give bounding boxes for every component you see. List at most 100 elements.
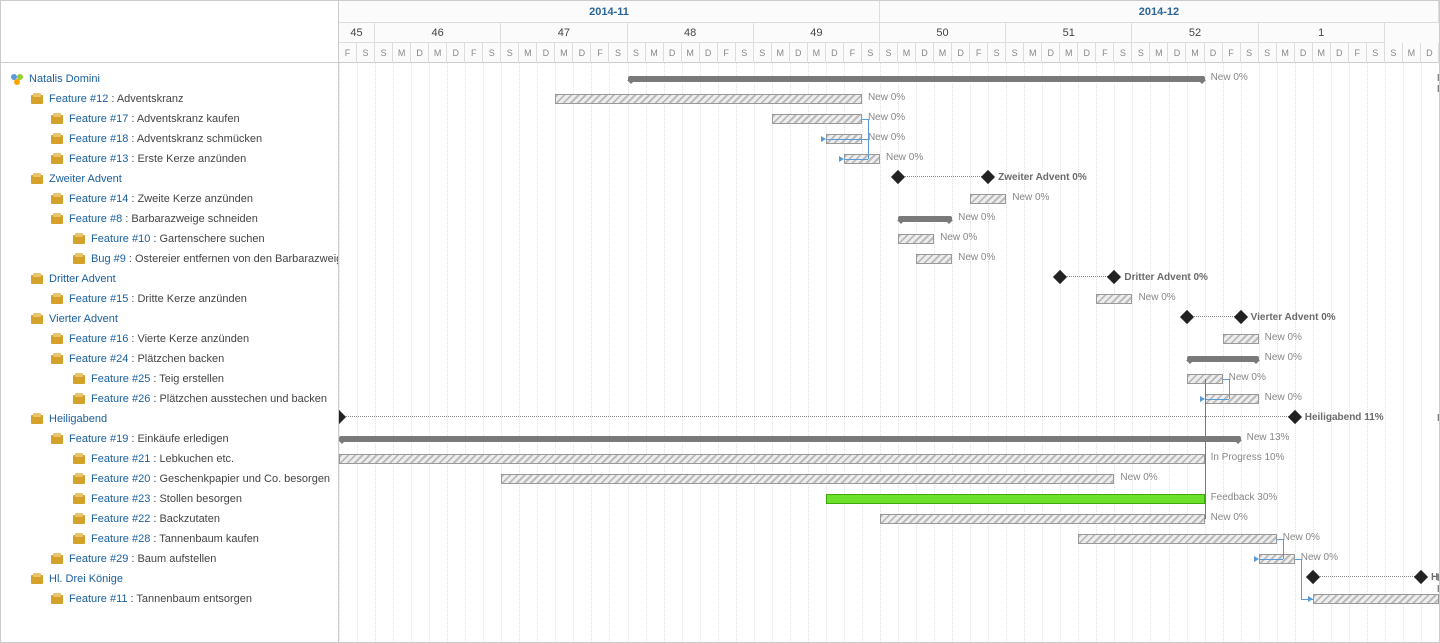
task-link[interactable]: Feature #17 xyxy=(69,113,128,125)
task-link[interactable]: Feature #22 xyxy=(91,513,150,525)
day-cell: S xyxy=(628,43,646,63)
bar-row: New 0% xyxy=(339,389,1439,409)
tree-row[interactable]: Zweiter Advent xyxy=(1,169,338,189)
task-link[interactable]: Feature #13 xyxy=(69,153,128,165)
gantt-bar[interactable] xyxy=(628,76,1205,82)
task-link[interactable]: Hl. Drei Könige xyxy=(49,573,123,585)
tree-row[interactable]: Feature #29: Baum aufstellen xyxy=(1,549,338,569)
tree-row[interactable]: Feature #25: Teig erstellen xyxy=(1,369,338,389)
gantt-bar[interactable] xyxy=(339,436,1241,442)
task-link[interactable]: Feature #29 xyxy=(69,553,128,565)
gantt-bar[interactable] xyxy=(1313,594,1439,604)
task-link[interactable]: Feature #11 xyxy=(69,593,128,605)
gantt-bar[interactable] xyxy=(501,474,1114,484)
tree-row[interactable]: Feature #12: Adventskranz xyxy=(1,89,338,109)
tree-row[interactable]: Feature #28: Tannenbaum kaufen xyxy=(1,529,338,549)
task-link[interactable]: Vierter Advent xyxy=(49,313,118,325)
gantt-bar[interactable] xyxy=(826,494,1205,504)
bar-row: Zweiter Advent 0% xyxy=(339,169,1439,189)
gantt-bar[interactable] xyxy=(898,234,934,244)
gantt-bar[interactable] xyxy=(898,216,952,222)
task-link[interactable]: Feature #26 xyxy=(91,393,150,405)
milestone-icon[interactable] xyxy=(1179,310,1193,324)
tree-row[interactable]: Feature #19: Einkäufe erledigen xyxy=(1,429,338,449)
day-cell: D xyxy=(1331,43,1349,63)
milestone-icon[interactable] xyxy=(1288,410,1302,424)
gantt-bar[interactable] xyxy=(555,94,862,104)
task-link[interactable]: Bug #9 xyxy=(91,253,126,265)
bar-row: New 0% xyxy=(339,349,1439,369)
tree-row[interactable]: Feature #14: Zweite Kerze anzünden xyxy=(1,189,338,209)
milestone-icon[interactable] xyxy=(1414,570,1428,584)
task-link[interactable]: Feature #19 xyxy=(69,433,128,445)
tree-row[interactable]: Feature #17: Adventskranz kaufen xyxy=(1,109,338,129)
week-cell: 52 xyxy=(1132,23,1258,43)
milestone-icon[interactable] xyxy=(891,170,905,184)
task-link[interactable]: Feature #24 xyxy=(69,353,128,365)
task-link[interactable]: Feature #15 xyxy=(69,293,128,305)
tree-row[interactable]: Feature #10: Gartenschere suchen xyxy=(1,229,338,249)
chart-area[interactable]: New 0%Natalis DominiNew 0%New 0%New 0%Ne… xyxy=(339,63,1439,642)
task-link[interactable]: Feature #16 xyxy=(69,333,128,345)
tree-row[interactable]: Feature #20: Geschenkpapier und Co. beso… xyxy=(1,469,338,489)
task-link[interactable]: Feature #20 xyxy=(91,473,150,485)
gantt-bar[interactable] xyxy=(916,254,952,264)
tree-row[interactable]: Feature #18: Adventskranz schmücken xyxy=(1,129,338,149)
tree-row[interactable]: Bug #9: Ostereier entfernen von den Barb… xyxy=(1,249,338,269)
tree-row[interactable]: Natalis Domini xyxy=(1,69,338,89)
gantt-bar[interactable] xyxy=(880,514,1205,524)
task-link[interactable]: Feature #8 xyxy=(69,213,122,225)
task-link[interactable]: Zweiter Advent xyxy=(49,173,122,185)
tree-row[interactable]: Feature #26: Plätzchen ausstechen und ba… xyxy=(1,389,338,409)
day-cell: F xyxy=(465,43,483,63)
tree-row[interactable]: Feature #22: Backzutaten xyxy=(1,509,338,529)
gantt-bar[interactable] xyxy=(1096,294,1132,304)
task-link[interactable]: Natalis Domini xyxy=(29,73,100,85)
feature-icon xyxy=(49,131,65,147)
task-link[interactable]: Feature #21 xyxy=(91,453,150,465)
milestone-icon[interactable] xyxy=(1234,310,1248,324)
bar-row: Heiligabend 11% xyxy=(339,409,1439,429)
task-link[interactable]: Feature #28 xyxy=(91,533,150,545)
version-icon xyxy=(29,411,45,427)
tree-row[interactable]: Feature #21: Lebkuchen etc. xyxy=(1,449,338,469)
tree-row[interactable]: Feature #24: Plätzchen backen xyxy=(1,349,338,369)
gantt-bar[interactable] xyxy=(1078,534,1276,544)
tree-row[interactable]: Vierter Advent xyxy=(1,309,338,329)
bar-row: New 0% xyxy=(339,149,1439,169)
milestone-icon[interactable] xyxy=(981,170,995,184)
feature-icon xyxy=(71,471,87,487)
gantt-bar[interactable] xyxy=(772,114,862,124)
day-cell: M xyxy=(1313,43,1331,63)
tree-row[interactable]: Feature #15: Dritte Kerze anzünden xyxy=(1,289,338,309)
task-link[interactable]: Feature #25 xyxy=(91,373,150,385)
milestone-icon[interactable] xyxy=(1306,570,1320,584)
tree-row[interactable]: Dritter Advent xyxy=(1,269,338,289)
gantt-bar[interactable] xyxy=(1223,334,1259,344)
feature-icon xyxy=(71,231,87,247)
task-link[interactable]: Feature #12 xyxy=(49,93,108,105)
tree-row[interactable]: Feature #16: Vierte Kerze anzünden xyxy=(1,329,338,349)
task-link[interactable]: Feature #18 xyxy=(69,133,128,145)
task-link[interactable]: Dritter Advent xyxy=(49,273,116,285)
task-link[interactable]: Heiligabend xyxy=(49,413,107,425)
milestone-icon[interactable] xyxy=(1107,270,1121,284)
day-cell: M xyxy=(1060,43,1078,63)
tree-row[interactable]: Feature #23: Stollen besorgen xyxy=(1,489,338,509)
task-desc: : Dritte Kerze anzünden xyxy=(131,293,247,305)
milestone-icon[interactable] xyxy=(339,410,346,424)
gantt-bar[interactable] xyxy=(970,194,1006,204)
bar-label: New 0% xyxy=(1265,352,1302,363)
tree-row[interactable]: Feature #11: Tannenbaum entsorgen xyxy=(1,589,338,609)
tree-row[interactable]: Heiligabend xyxy=(1,409,338,429)
task-link[interactable]: Feature #10 xyxy=(91,233,150,245)
task-link[interactable]: Feature #14 xyxy=(69,193,128,205)
task-desc: : Lebkuchen etc. xyxy=(153,453,234,465)
tree-row[interactable]: Feature #8: Barbarazweige schneiden xyxy=(1,209,338,229)
tree-row[interactable]: Feature #13: Erste Kerze anzünden xyxy=(1,149,338,169)
milestone-icon[interactable] xyxy=(1053,270,1067,284)
gantt-bar[interactable] xyxy=(339,454,1205,464)
task-link[interactable]: Feature #23 xyxy=(91,493,150,505)
gantt-bar[interactable] xyxy=(1187,356,1259,362)
tree-row[interactable]: Hl. Drei Könige xyxy=(1,569,338,589)
